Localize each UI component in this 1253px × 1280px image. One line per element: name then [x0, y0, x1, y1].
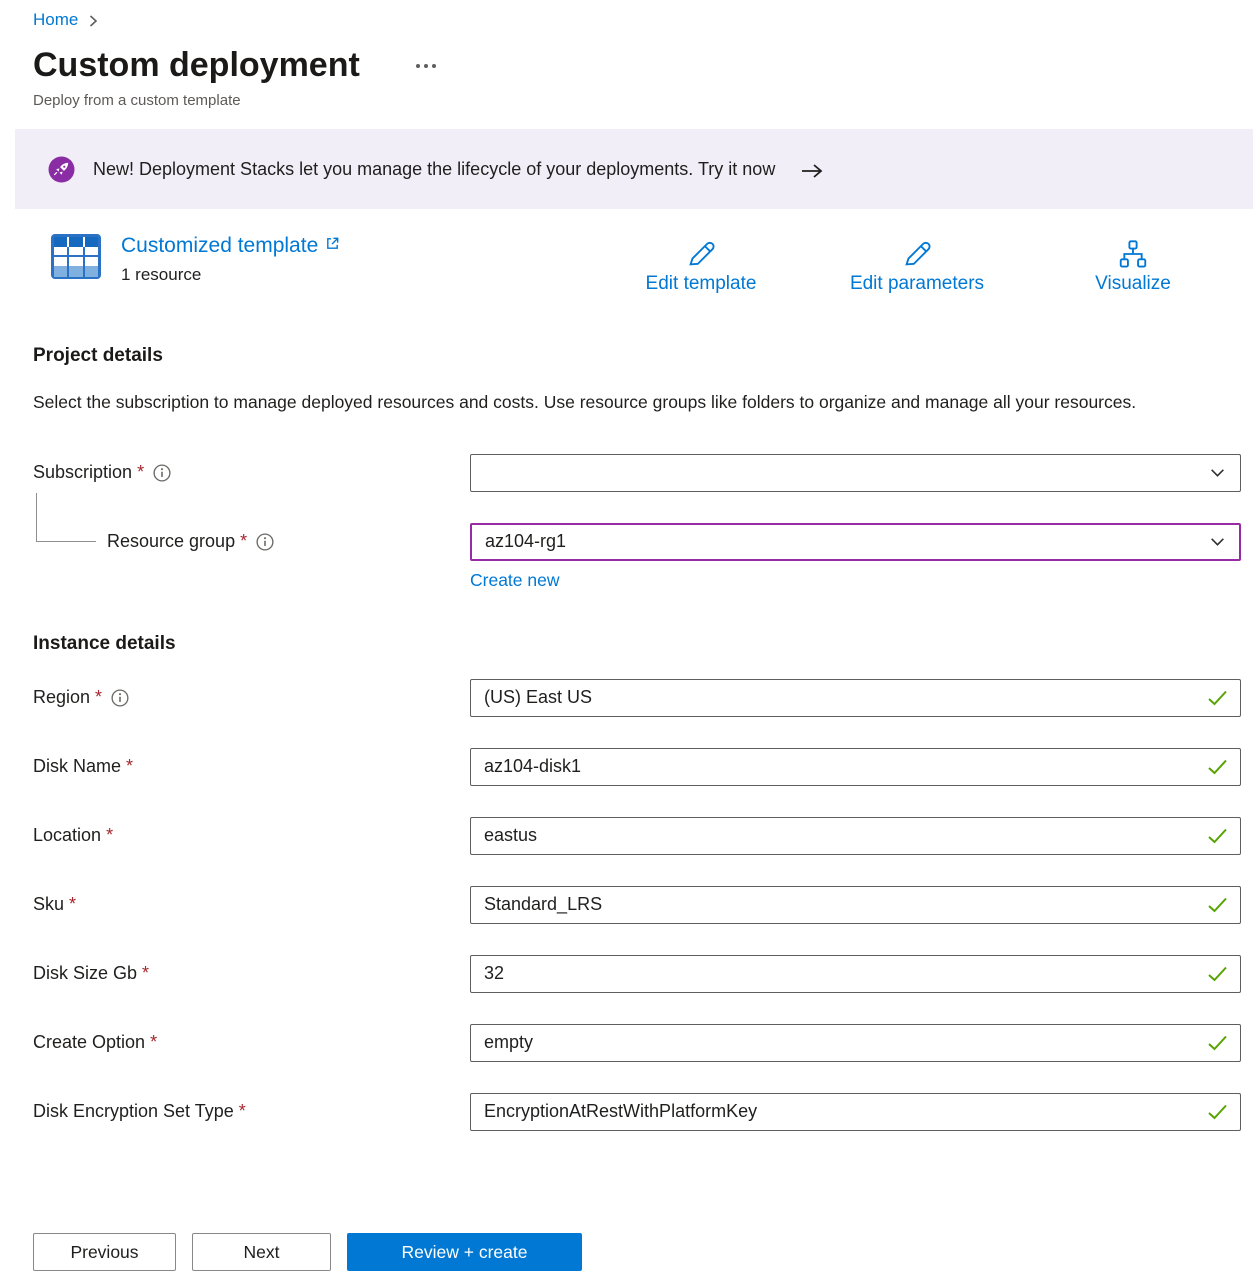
valid-check-icon — [1207, 827, 1228, 844]
disk-size-gb-label: Disk Size Gb — [33, 963, 137, 984]
edit-template-button[interactable]: Edit template — [593, 234, 809, 295]
valid-check-icon — [1207, 1034, 1228, 1051]
required-marker: * — [69, 894, 76, 915]
sku-input[interactable] — [470, 886, 1241, 924]
chevron-down-icon — [1209, 533, 1226, 550]
customized-template-link[interactable]: Customized template — [121, 234, 340, 258]
project-details-description: Select the subscription to manage deploy… — [33, 387, 1193, 418]
field-subscription: Subscription * — [33, 454, 1241, 492]
breadcrumb-home-link[interactable]: Home — [33, 10, 78, 30]
more-options-icon[interactable] — [412, 56, 440, 76]
pencil-icon — [901, 238, 933, 270]
field-disk-size-gb: Disk Size Gb * — [33, 955, 1241, 993]
required-marker: * — [239, 1101, 246, 1122]
arrow-right-icon — [801, 163, 823, 179]
valid-check-icon — [1207, 1103, 1228, 1120]
sku-label: Sku — [33, 894, 64, 915]
banner-message: New! Deployment Stacks let you manage th… — [93, 159, 775, 180]
disk-size-gb-input[interactable] — [470, 955, 1241, 993]
breadcrumb: Home — [33, 10, 1241, 30]
create-option-input[interactable] — [470, 1024, 1241, 1062]
footer-action-bar: Previous Next Review + create — [0, 1225, 1253, 1280]
disk-encryption-set-type-input[interactable] — [470, 1093, 1241, 1131]
template-resource-count: 1 resource — [121, 265, 340, 285]
template-icon — [51, 234, 101, 285]
field-disk-encryption-set-type: Disk Encryption Set Type * — [33, 1093, 1241, 1131]
field-sku: Sku * — [33, 886, 1241, 924]
create-new-link[interactable]: Create new — [470, 570, 560, 591]
region-input[interactable] — [470, 679, 1241, 717]
resource-group-value: az104-rg1 — [485, 531, 566, 552]
required-marker: * — [95, 687, 102, 708]
region-label: Region — [33, 687, 90, 708]
field-resource-group: Resource group * az104-rg1 — [33, 523, 1241, 561]
page-title: Custom deployment — [33, 46, 360, 85]
project-details-heading: Project details — [33, 345, 1241, 367]
valid-check-icon — [1207, 896, 1228, 913]
visualize-button[interactable]: Visualize — [1025, 234, 1241, 295]
edit-parameters-button[interactable]: Edit parameters — [809, 234, 1025, 295]
valid-check-icon — [1207, 965, 1228, 982]
rocket-icon — [48, 156, 75, 183]
valid-check-icon — [1207, 689, 1228, 706]
disk-encryption-set-type-label: Disk Encryption Set Type — [33, 1101, 234, 1122]
resource-group-label: Resource group — [107, 531, 235, 552]
next-button[interactable]: Next — [192, 1233, 331, 1271]
required-marker: * — [150, 1032, 157, 1053]
template-summary-row: Customized template 1 resource — [51, 234, 1241, 295]
valid-check-icon — [1207, 758, 1228, 775]
custom-deployment-page: Home Custom deployment Deploy from a cus… — [0, 0, 1253, 1131]
field-location: Location * — [33, 817, 1241, 855]
chevron-down-icon — [1209, 464, 1226, 481]
flowchart-icon — [1116, 238, 1150, 270]
subscription-label: Subscription — [33, 462, 132, 483]
required-marker: * — [126, 756, 133, 777]
location-label: Location — [33, 825, 101, 846]
field-disk-name: Disk Name * — [33, 748, 1241, 786]
breadcrumb-chevron-icon — [87, 14, 99, 28]
info-icon[interactable] — [256, 533, 274, 551]
hierarchy-connector-line — [36, 493, 96, 542]
disk-name-label: Disk Name — [33, 756, 121, 777]
location-input[interactable] — [470, 817, 1241, 855]
instance-details-heading: Instance details — [33, 633, 1241, 655]
required-marker: * — [142, 963, 149, 984]
page-subtitle: Deploy from a custom template — [33, 92, 1241, 109]
field-create-option: Create Option * — [33, 1024, 1241, 1062]
required-marker: * — [137, 462, 144, 483]
field-region: Region * — [33, 679, 1241, 717]
external-link-icon — [325, 236, 340, 251]
required-marker: * — [240, 531, 247, 552]
pencil-icon — [685, 238, 717, 270]
announcement-banner[interactable]: New! Deployment Stacks let you manage th… — [15, 129, 1253, 209]
info-icon[interactable] — [111, 689, 129, 707]
create-option-label: Create Option — [33, 1032, 145, 1053]
info-icon[interactable] — [153, 464, 171, 482]
subscription-dropdown[interactable] — [470, 454, 1241, 492]
required-marker: * — [106, 825, 113, 846]
disk-name-input[interactable] — [470, 748, 1241, 786]
previous-button[interactable]: Previous — [33, 1233, 176, 1271]
review-create-button[interactable]: Review + create — [347, 1233, 582, 1271]
resource-group-dropdown[interactable]: az104-rg1 — [470, 523, 1241, 561]
